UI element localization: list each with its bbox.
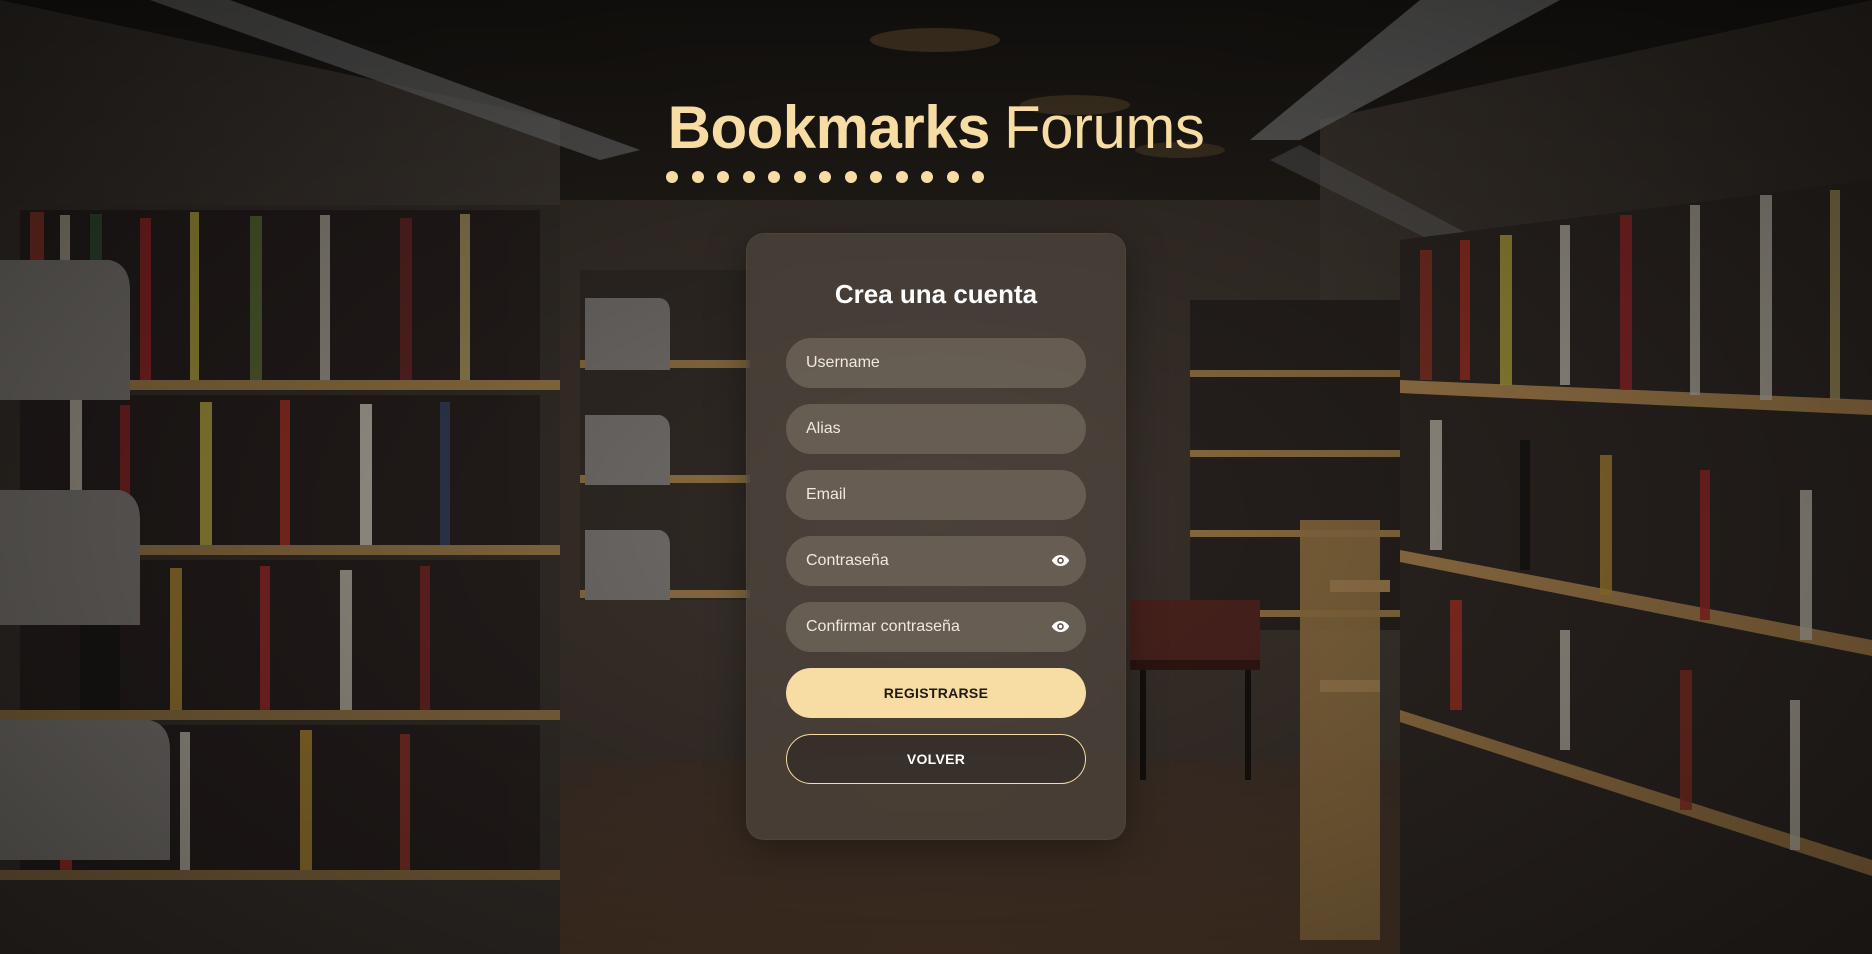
brand-dot [870, 171, 882, 183]
alias-input[interactable] [786, 404, 1086, 454]
brand-dot [717, 171, 729, 183]
register-page: Bookmarks Forums Crea una cuenta Usernam… [0, 0, 1872, 954]
register-button[interactable]: REGISTRARSE [786, 668, 1086, 718]
brand-dot [793, 171, 806, 183]
brand-dot [742, 171, 755, 183]
alias-field [786, 404, 1086, 454]
eye-icon[interactable] [1051, 552, 1070, 569]
brand-dot [819, 171, 831, 183]
brand-dot [895, 171, 908, 183]
email-field [786, 470, 1086, 520]
username-input[interactable] [786, 338, 1086, 388]
brand-dots-decoration [666, 171, 984, 183]
back-button[interactable]: VOLVER [786, 734, 1086, 784]
brand-dot [768, 171, 780, 183]
brand-dot [844, 171, 857, 183]
brand-dot [666, 171, 678, 183]
brand-dot [946, 171, 959, 183]
email-input[interactable] [786, 470, 1086, 520]
brand-dot [691, 171, 704, 183]
brand-dot [972, 171, 984, 183]
brand-dot [921, 171, 933, 183]
username-field [786, 338, 1086, 388]
register-title: Crea una cuenta [834, 279, 1038, 309]
password-input[interactable] [786, 536, 1086, 586]
register-card: Crea una cuenta REGISTR [746, 233, 1126, 840]
brand-name-bold: Bookmarks [667, 94, 991, 161]
brand-name-light: Forums [1003, 94, 1205, 161]
brand-logo: Bookmarks Forums [0, 98, 1872, 158]
eye-icon[interactable] [1051, 618, 1070, 635]
confirm-password-input[interactable] [786, 602, 1086, 652]
password-field [786, 536, 1086, 586]
confirm-password-field [786, 602, 1086, 652]
